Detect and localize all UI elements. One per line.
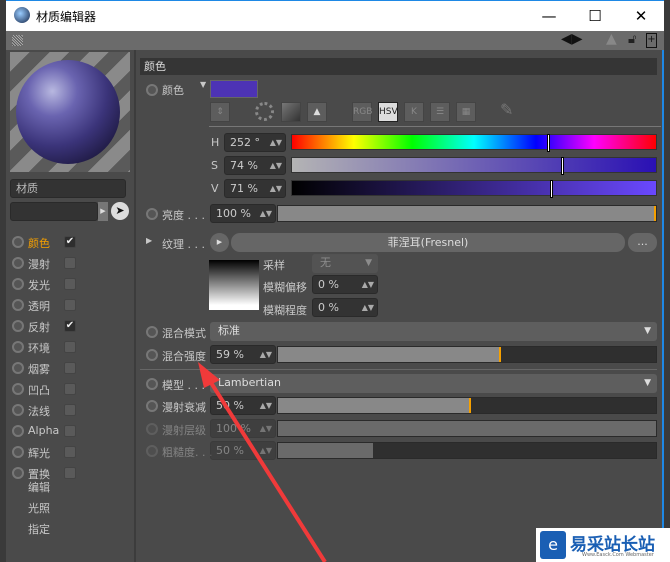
watermark-logo-icon: e bbox=[540, 531, 566, 559]
red-arrow-annotation bbox=[198, 362, 327, 562]
watermark: e 易采站长站 Www.Easck.Com Webmaster bbox=[536, 528, 670, 562]
watermark-sub: Www.Easck.Com Webmaster bbox=[582, 552, 654, 558]
